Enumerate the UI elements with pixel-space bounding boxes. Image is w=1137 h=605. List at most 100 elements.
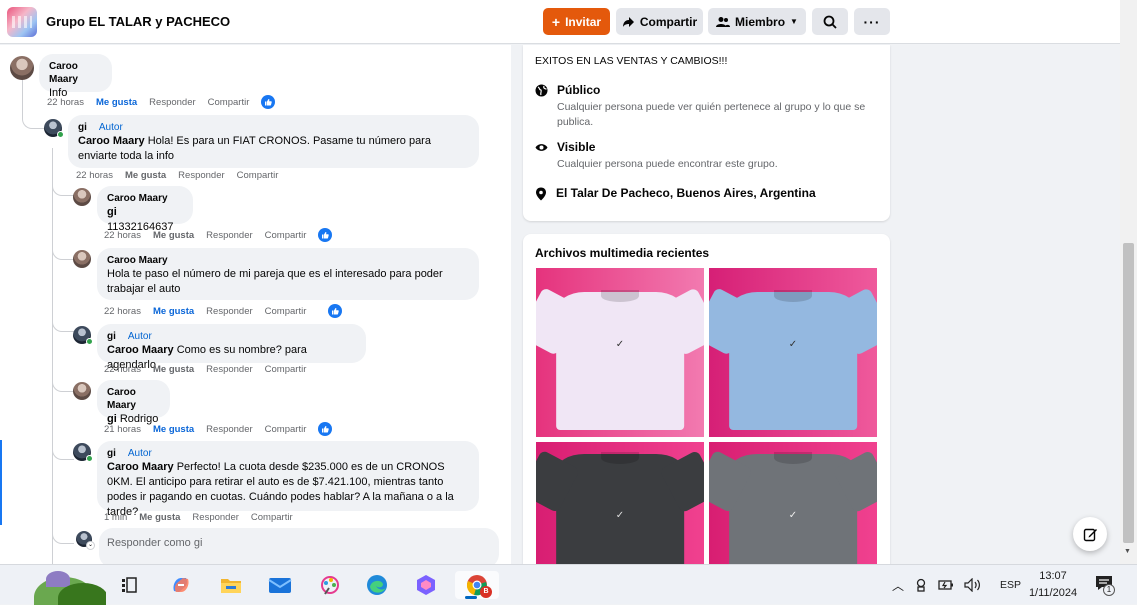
search-button[interactable] <box>812 8 848 35</box>
volume-icon[interactable] <box>964 578 982 592</box>
location-text: El Talar De Pacheco, Buenos Aires, Argen… <box>556 186 816 200</box>
reply-button[interactable]: Responder <box>206 424 252 435</box>
comment-time[interactable]: 21 horas <box>104 424 141 435</box>
share-link[interactable]: Compartir <box>251 512 293 523</box>
notification-center-icon[interactable]: 1 <box>1095 575 1115 596</box>
comment-actions: 22 horas Me gusta Responder Compartir <box>47 95 276 109</box>
eye-icon <box>535 144 548 151</box>
dark-grey-shirt-icon: ✓ <box>556 452 684 564</box>
like-reaction-icon[interactable] <box>328 304 343 318</box>
thread-connector <box>52 372 74 392</box>
comment-author[interactable]: Caroo Maary <box>107 254 469 267</box>
mention-link[interactable]: Caroo Maary <box>107 461 174 473</box>
notification-count: 1 <box>1103 584 1115 596</box>
share-button[interactable]: Compartir <box>616 8 703 35</box>
media-thumbnail[interactable]: ✓ <box>709 268 877 437</box>
share-link[interactable]: Compartir <box>265 424 307 435</box>
light-blue-shirt-icon: ✓ <box>729 289 857 431</box>
share-link[interactable]: Compartir <box>265 230 307 241</box>
mention-link[interactable]: gi <box>107 206 117 218</box>
comment-actions: 1 min Me gusta Responder Compartir <box>104 512 293 523</box>
group-avatar[interactable] <box>7 7 37 37</box>
compose-button[interactable] <box>1073 517 1107 551</box>
thread-connector <box>52 530 74 544</box>
system-clock[interactable]: 13:07 1/11/2024 <box>1024 568 1082 602</box>
like-reaction-icon[interactable] <box>318 422 333 436</box>
share-link[interactable]: Compartir <box>265 364 307 375</box>
comment-author[interactable]: gi <box>107 331 116 342</box>
reply-button[interactable]: Responder <box>178 170 224 181</box>
like-reaction-icon[interactable] <box>261 95 276 109</box>
plus-icon: + <box>551 13 561 30</box>
paint-icon[interactable] <box>314 571 346 599</box>
reply-button[interactable]: Responder <box>206 306 252 317</box>
media-thumbnail[interactable]: ✓ <box>709 442 877 564</box>
file-explorer-icon[interactable] <box>215 571 247 599</box>
share-link[interactable]: Compartir <box>265 306 307 317</box>
author-badge: Autor <box>98 122 123 133</box>
member-button[interactable]: Miembro ▼ <box>708 8 806 35</box>
comment-author[interactable]: gi <box>78 122 87 133</box>
battery-charging-icon[interactable] <box>938 579 954 591</box>
reply-input[interactable]: Responder como gi <box>99 528 499 568</box>
share-link[interactable]: Compartir <box>237 170 279 181</box>
avatar[interactable] <box>73 188 91 206</box>
comment-author[interactable]: Caroo Maary <box>49 60 102 86</box>
location-pin-icon <box>536 187 546 201</box>
invite-button[interactable]: + Invitar <box>543 8 610 35</box>
share-link[interactable]: Compartir <box>208 97 250 108</box>
location-row[interactable]: El Talar De Pacheco, Buenos Aires, Argen… <box>535 186 816 201</box>
comment-time[interactable]: 1 min <box>104 512 127 523</box>
like-reaction-icon[interactable] <box>318 228 333 242</box>
comment-time[interactable]: 22 horas <box>104 230 141 241</box>
media-thumbnail[interactable]: ✓ <box>536 442 704 564</box>
reply-button[interactable]: Responder <box>206 230 252 241</box>
comments-panel: Caroo Maary Info 22 horas Me gusta Respo… <box>0 45 511 564</box>
chrome-browser-icon[interactable]: B <box>455 571 499 599</box>
thread-connector <box>52 176 74 196</box>
more-options-button[interactable]: ··· <box>854 8 890 35</box>
edge-browser-icon[interactable] <box>361 571 393 599</box>
comment-time[interactable]: 22 horas <box>76 170 113 181</box>
like-button[interactable]: Me gusta <box>125 170 166 181</box>
chevron-down-icon[interactable]: ⌄ <box>86 541 95 550</box>
like-button[interactable]: Me gusta <box>153 306 194 317</box>
white-shirt-icon: ✓ <box>556 289 684 431</box>
comment-actions: 22 horas Me gusta Responder Compartir <box>104 364 306 375</box>
media-thumbnail[interactable]: ✓ <box>536 268 704 437</box>
clock-date: 1/11/2024 <box>1028 587 1078 599</box>
like-button[interactable]: Me gusta <box>153 230 194 241</box>
like-button[interactable]: Me gusta <box>153 364 194 375</box>
like-button[interactable]: Me gusta <box>96 97 137 108</box>
avatar[interactable] <box>10 56 34 80</box>
office-app-icon[interactable] <box>410 571 442 599</box>
weather-widget[interactable] <box>28 565 106 605</box>
like-button[interactable]: Me gusta <box>153 424 194 435</box>
like-button[interactable]: Me gusta <box>139 512 180 523</box>
comment-author[interactable]: Caroo Maary <box>107 386 160 412</box>
avatar[interactable] <box>73 250 91 268</box>
mention-link[interactable]: Caroo Maary <box>107 344 174 356</box>
reply-button[interactable]: Responder <box>192 512 238 523</box>
reply-button[interactable]: Responder <box>206 364 252 375</box>
language-indicator[interactable]: ESP <box>1000 579 1021 591</box>
media-title: Archivos multimedia recientes <box>535 246 710 260</box>
copilot-icon[interactable] <box>165 571 197 599</box>
mail-icon[interactable] <box>264 571 296 599</box>
reply-button[interactable]: Responder <box>149 97 195 108</box>
system-tray: ︿ ESP <box>892 565 1021 605</box>
task-view-icon[interactable] <box>114 571 146 599</box>
comment-actions: 21 horas Me gusta Responder Compartir <box>104 422 333 436</box>
mention-link[interactable]: Caroo Maary <box>78 135 145 147</box>
comment-author[interactable]: Caroo Maary <box>107 192 183 205</box>
group-title[interactable]: Grupo EL TALAR y PACHECO <box>46 14 230 29</box>
chevron-up-icon[interactable]: ︿ <box>892 577 904 594</box>
meet-camera-icon[interactable] <box>914 578 928 592</box>
comment-time[interactable]: 22 horas <box>104 306 141 317</box>
comment-author[interactable]: gi <box>107 448 116 459</box>
comment-time[interactable]: 22 horas <box>47 97 84 108</box>
scroll-down-arrow-icon[interactable]: ▼ <box>1124 548 1131 555</box>
scrollbar-thumb[interactable] <box>1123 243 1134 543</box>
comment-time[interactable]: 22 horas <box>104 364 141 375</box>
avatar[interactable] <box>73 382 91 400</box>
